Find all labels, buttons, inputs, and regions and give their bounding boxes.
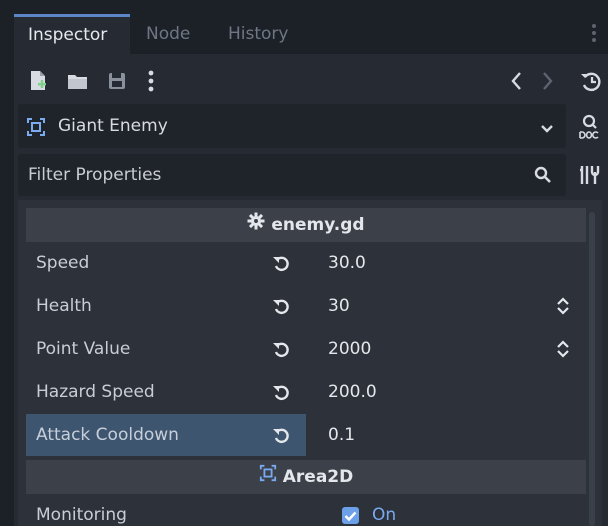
tab-inspector[interactable]: Inspector [14,14,130,54]
revert-icon[interactable] [272,426,290,444]
inspector-toolbar [14,60,608,102]
gear-icon [247,208,265,242]
vertical-scrollbar[interactable] [589,212,595,526]
revert-icon[interactable] [272,254,290,272]
property-row-monitoring: Monitoring On [26,494,586,526]
chevron-down-icon[interactable] [540,120,554,140]
spinner-arrows-icon[interactable] [556,340,570,358]
filter-placeholder: Filter Properties [28,165,162,185]
property-name: Monitoring [36,505,127,525]
inspector-tools-icon[interactable] [578,164,600,186]
object-selector[interactable]: Giant Enemy [18,104,566,148]
section-area2d[interactable]: Area2D [26,460,586,494]
dock-menu-icon[interactable] [592,24,598,46]
monitoring-label[interactable]: On [372,494,396,526]
area2d-node-icon [259,460,277,494]
property-name: Point Value [36,339,131,359]
history-back-icon[interactable] [504,68,530,94]
open-documentation-icon[interactable] [576,112,602,142]
open-folder-icon[interactable] [65,68,91,94]
revert-icon[interactable] [272,297,290,315]
save-icon[interactable] [104,68,130,94]
property-name: Speed [36,253,90,273]
property-value[interactable]: 30.0 [328,242,366,284]
property-row-health: Health 30 [26,285,586,327]
property-value[interactable]: 2000 [328,328,371,370]
property-row-speed: Speed 30.0 [26,242,586,284]
tab-history[interactable]: History [214,14,302,54]
monitoring-checkbox[interactable] [342,507,359,524]
tab-node[interactable]: Node [132,14,204,54]
filter-properties-input[interactable]: Filter Properties [18,154,566,196]
property-row-point-value: Point Value 2000 [26,328,586,370]
object-name: Giant Enemy [58,116,168,136]
section-script[interactable]: enemy.gd [26,208,586,242]
section-area2d-label: Area2D [282,467,354,487]
property-name: Health [36,296,92,316]
area2d-node-icon [26,117,46,142]
revert-icon[interactable] [272,383,290,401]
property-value[interactable]: 200.0 [328,371,377,413]
search-icon [534,166,552,189]
property-name: Hazard Speed [36,382,155,402]
history-forward-icon[interactable] [534,68,560,94]
recent-history-icon[interactable] [578,68,604,94]
revert-icon[interactable] [272,340,290,358]
section-script-label: enemy.gd [271,215,365,235]
property-row-attack-cooldown: Attack Cooldown 0.1 [26,414,586,456]
property-value[interactable]: 30 [328,285,350,327]
spinner-arrows-icon[interactable] [556,297,570,315]
dock-tab-bar: Inspector Node History [0,0,608,60]
checkmark-icon [344,511,357,522]
new-resource-icon[interactable] [26,68,52,94]
property-value[interactable]: 0.1 [328,414,355,456]
property-row-hazard-speed: Hazard Speed 200.0 [26,371,586,413]
more-options-icon[interactable] [138,68,164,94]
property-name: Attack Cooldown [26,414,306,456]
